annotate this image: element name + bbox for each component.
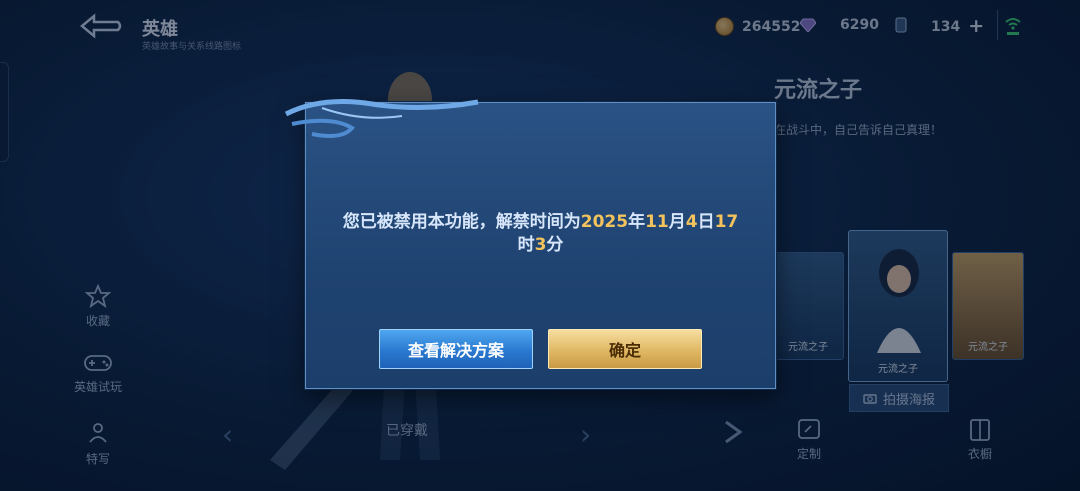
view-solution-button[interactable]: 查看解决方案	[379, 329, 533, 369]
hour-unit: 时	[517, 235, 535, 255]
confirm-button[interactable]: 确定	[548, 329, 702, 369]
unban-minute: 3	[534, 235, 547, 255]
month-unit: 月	[668, 212, 686, 232]
unban-day: 4	[685, 212, 698, 232]
minute-unit: 分	[546, 235, 564, 255]
ban-message: 您已被禁用本功能，解禁时间为2025年11月4日17 时3分	[326, 211, 755, 257]
unban-hour: 17	[714, 212, 739, 232]
unban-month: 11	[645, 212, 669, 232]
year-unit: 年	[628, 212, 646, 232]
dialog-swirl-ornament	[284, 99, 479, 138]
day-unit: 日	[697, 212, 715, 232]
ban-message-prefix: 您已被禁用本功能，解禁时间为	[342, 212, 581, 232]
unban-year: 2025	[580, 212, 629, 232]
